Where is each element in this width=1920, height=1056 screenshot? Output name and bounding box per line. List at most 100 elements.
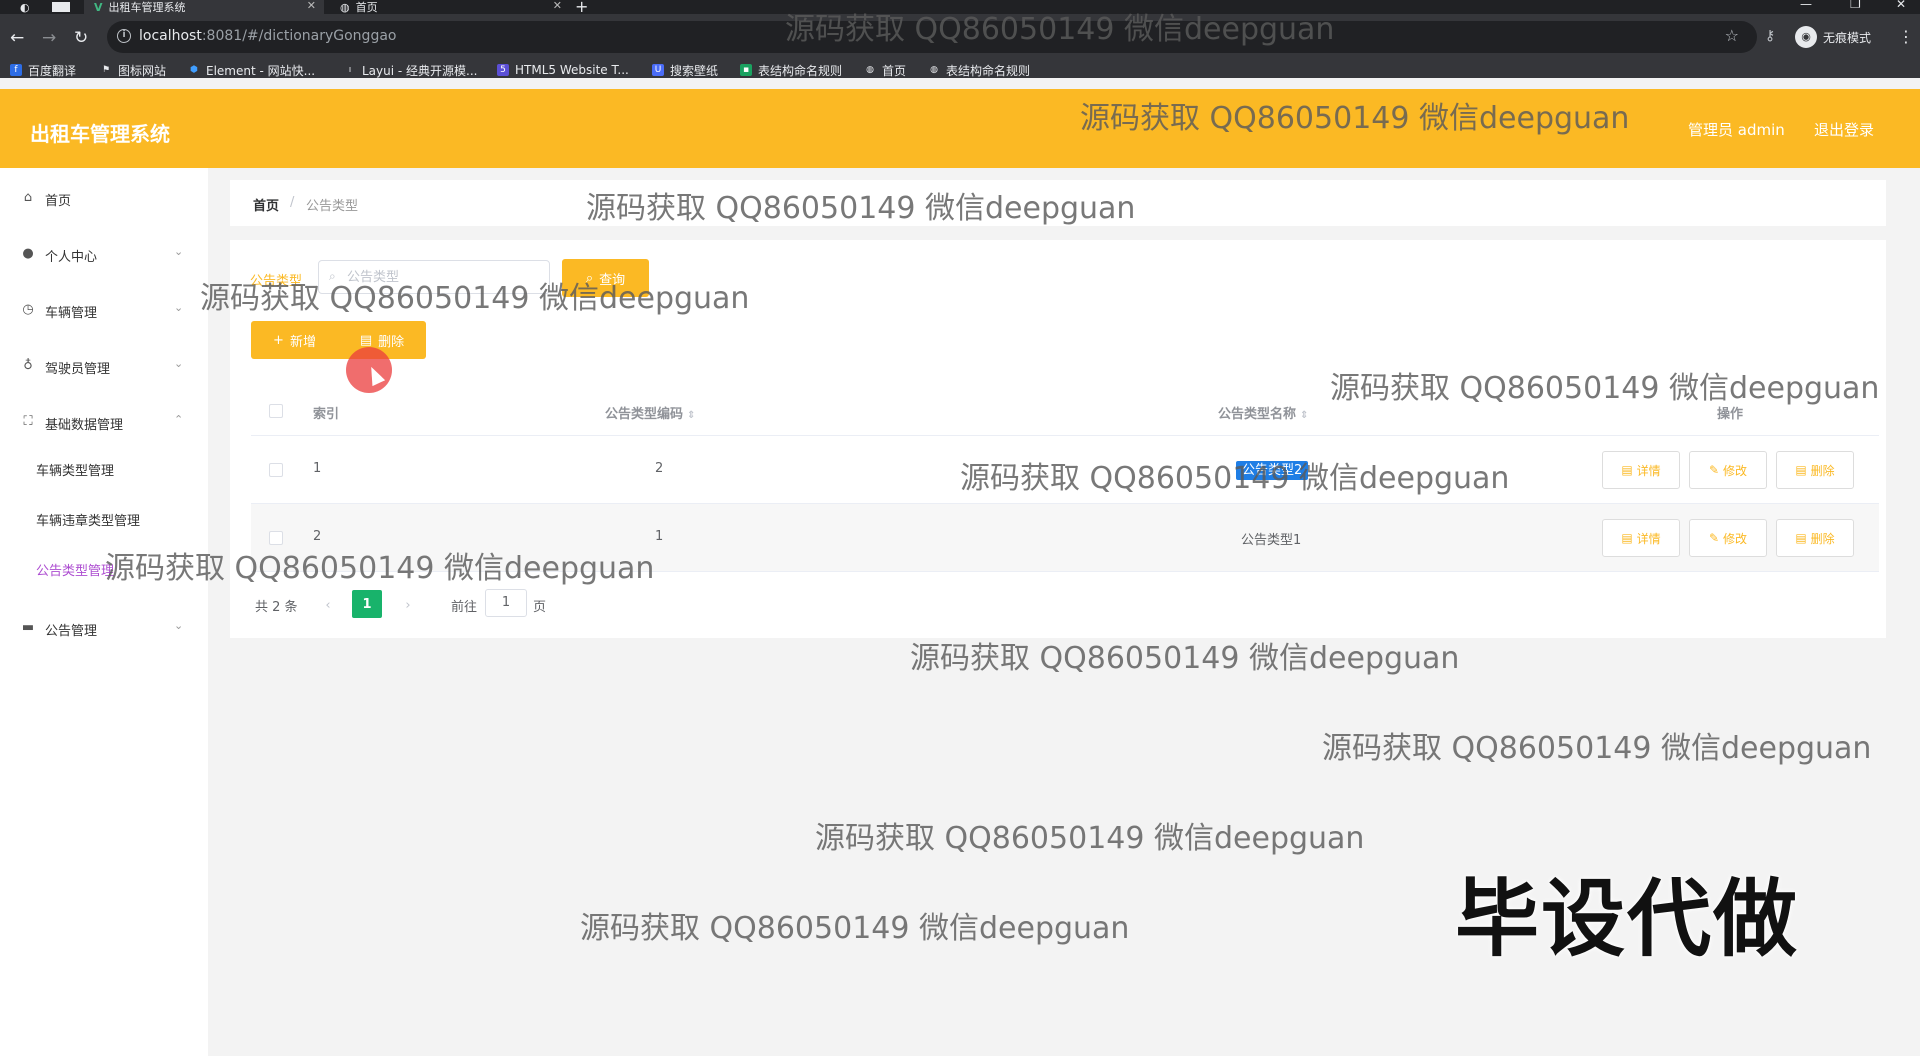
chevron-down-icon: ⌄ [174, 245, 184, 258]
promo-banner: 毕设代做 [1455, 870, 1800, 968]
cell-code: 2 [655, 461, 664, 476]
sidebar-item-notices[interactable]: ▬ 公告管理 ⌄ [0, 614, 208, 642]
fullscreen-icon: ⛶ [23, 414, 33, 429]
pagination-total: 共 2 条 [255, 600, 298, 615]
bookmark-item[interactable]: ⚑ 图标网站 [100, 62, 166, 78]
sidebar-item-basic-data[interactable]: ⛶ 基础数据管理 ⌃ [0, 408, 208, 436]
translate-icon: f [10, 64, 22, 76]
sidebar-item-drivers[interactable]: ♁ 驾驶员管理 ⌄ [0, 352, 208, 380]
globe-icon: ◍ [866, 65, 874, 75]
sort-icon: ⇕ [1300, 410, 1309, 421]
sidebar-subitem-notice-types[interactable]: 公告类型管理 [36, 560, 114, 584]
bookmark-star-icon[interactable]: ☆ [1725, 26, 1739, 45]
microphone-icon: ♁ [23, 358, 33, 373]
cell-index: 2 [313, 529, 322, 544]
restore-icon[interactable]: ❐ [1850, 0, 1861, 11]
page-suffix: 页 [533, 600, 547, 615]
watermark: 源码获取 QQ86050149 微信deepguan [1330, 371, 1880, 406]
logout-link[interactable]: 退出登录 [1814, 119, 1874, 140]
html5-icon: 5 [497, 64, 509, 76]
watermark: 源码获取 QQ86050149 微信deepguan [815, 821, 1365, 856]
bookmark-item[interactable]: ⬢ Element - 网站快... [188, 62, 315, 78]
tab-overview-icon[interactable] [52, 2, 70, 12]
chevron-down-icon: ⌄ [174, 619, 184, 632]
edit-button[interactable]: ✎ 修改 [1689, 451, 1767, 489]
bookmark-item[interactable]: ı Layui - 经典开源模... [344, 62, 478, 78]
sort-icon: ⇕ [687, 410, 696, 421]
browser-menu-icon[interactable]: ◐ [10, 0, 40, 14]
home-icon: ⌂ [23, 190, 33, 205]
column-header-index: 索引 [313, 407, 340, 422]
incognito-indicator[interactable]: ◉ 无痕模式 [1795, 25, 1871, 49]
add-button[interactable]: + 新增 [251, 321, 338, 359]
globe-icon: ◍ [930, 65, 938, 75]
app-header: 出租车管理系统 管理员 admin 退出登录 [0, 89, 1920, 168]
watermark: 源码获取 QQ86050149 微信deepguan [960, 461, 1510, 496]
current-page[interactable]: 1 [352, 590, 382, 618]
watermark: 源码获取 QQ86050149 微信deepguan [580, 911, 1130, 946]
pencil-icon: ✎ [1708, 531, 1720, 545]
vue-icon: V [94, 0, 103, 14]
url-text: localhost:8081/#/dictionaryGonggao [139, 28, 397, 44]
bookmark-item[interactable]: U 搜索壁纸 [652, 62, 718, 78]
bookmarks-bar: f 百度翻译 ⚑ 图标网站 ⬢ Element - 网站快... ı Layui - 经… [0, 62, 1920, 78]
forward-arrow-icon[interactable]: → [42, 28, 56, 48]
goto-page-input[interactable]: 1 [485, 589, 527, 617]
watermark: 源码获取 QQ86050149 微信deepguan [785, 12, 1335, 47]
flag-icon: ⚑ [101, 65, 111, 75]
back-arrow-icon[interactable]: ← [10, 28, 24, 48]
pencil-icon: ✎ [1708, 463, 1720, 477]
row-checkbox[interactable] [269, 463, 283, 477]
bookmark-item[interactable]: ▪ 表结构命名规则 [740, 62, 842, 78]
tab-label: 首页 [355, 1, 378, 14]
column-header-name[interactable]: 公告类型名称 ⇕ [1218, 403, 1308, 422]
layui-icon: ı [348, 65, 352, 75]
breadcrumb-separator: / [290, 195, 295, 210]
watermark: 源码获取 QQ86050149 微信deepguan [586, 191, 1136, 226]
wallpaper-icon: U [652, 64, 664, 76]
bookmark-item[interactable]: ◍ 表结构命名规则 [928, 62, 1030, 78]
sidebar-subitem-violation-types[interactable]: 车辆违章类型管理 [36, 510, 140, 534]
trash-icon: ▤ [1795, 531, 1807, 545]
tab-taxi-system[interactable]: V 出租车管理系统 ✕ [84, 0, 324, 14]
bookmark-item[interactable]: f 百度翻译 [10, 62, 76, 78]
sidebar-item-vehicles[interactable]: ◷ 车辆管理 ⌄ [0, 296, 208, 324]
close-window-icon[interactable]: ✕ [1896, 0, 1906, 11]
next-page-icon[interactable]: › [393, 591, 423, 619]
goto-label: 前往 [451, 600, 478, 615]
tab-home[interactable]: ◍ 首页 ✕ [330, 0, 570, 14]
breadcrumb-current: 公告类型 [306, 199, 359, 214]
minimize-icon[interactable]: — [1800, 0, 1812, 11]
current-user: 管理员 admin [1688, 121, 1785, 139]
sidebar: ⌂ 首页 ● 个人中心 ⌄ ◷ 车辆管理 ⌄ ♁ 驾驶员管理 ⌄ ⛶ 基础数据管… [0, 168, 208, 1056]
browser-menu-kebab-icon[interactable]: ⋮ [1898, 27, 1914, 46]
plus-icon: + [273, 332, 284, 348]
select-all-checkbox[interactable] [269, 404, 283, 418]
sidebar-subitem-vehicle-types[interactable]: 车辆类型管理 [36, 460, 114, 484]
chevron-up-icon: ⌃ [174, 413, 184, 426]
close-tab-icon[interactable]: ✕ [307, 0, 316, 12]
globe-icon: ◍ [340, 0, 350, 14]
detail-button[interactable]: ▤ 详情 [1602, 451, 1680, 489]
bookmark-item[interactable]: ◍ 首页 [864, 62, 906, 78]
info-icon[interactable]: i [117, 29, 131, 43]
chevron-down-icon: ⌄ [174, 357, 184, 370]
close-tab-icon[interactable]: ✕ [553, 0, 562, 12]
document-icon: ▤ [1621, 531, 1633, 545]
detail-button[interactable]: ▤ 详情 [1602, 519, 1680, 557]
delete-button[interactable]: ▤ 删除 [1776, 519, 1854, 557]
prev-page-icon[interactable]: ‹ [313, 591, 343, 619]
breadcrumb-home[interactable]: 首页 [253, 195, 279, 214]
suitcase-icon: ▬ [21, 620, 35, 635]
incognito-icon: ◉ [1795, 26, 1817, 48]
column-header-code[interactable]: 公告类型编码 ⇕ [605, 403, 695, 422]
delete-button[interactable]: ▤ 删除 [1776, 451, 1854, 489]
key-icon[interactable]: ⚷ [1765, 28, 1775, 44]
trash-icon: ▤ [1795, 463, 1807, 477]
sidebar-item-profile[interactable]: ● 个人中心 ⌄ [0, 240, 208, 268]
watermark: 源码获取 QQ86050149 微信deepguan [910, 641, 1460, 676]
edit-button[interactable]: ✎ 修改 [1689, 519, 1767, 557]
reload-icon[interactable]: ↻ [74, 28, 88, 48]
bookmark-item[interactable]: 5 HTML5 Website T... [497, 62, 629, 78]
sidebar-item-home[interactable]: ⌂ 首页 [0, 184, 208, 212]
